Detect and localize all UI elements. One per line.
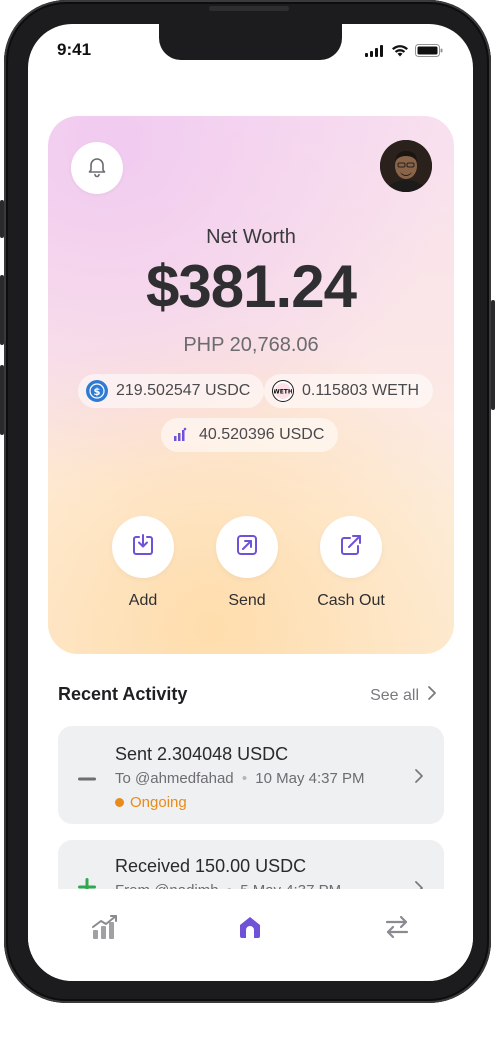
- status-icons: [365, 44, 443, 62]
- notifications-button[interactable]: [71, 142, 123, 194]
- bar-chart-coin-icon: [169, 424, 191, 446]
- power-button: [491, 300, 495, 410]
- net-worth-local-currency: PHP 20,768.06: [183, 334, 319, 356]
- activity-title: Received 150.00 USDC: [115, 856, 307, 876]
- see-all-link[interactable]: See all: [370, 685, 437, 706]
- chart-icon: [91, 914, 119, 945]
- wifi-icon: [391, 44, 409, 62]
- download-icon: [130, 532, 156, 563]
- cash-out-button[interactable]: Cash Out: [296, 516, 406, 610]
- screen: 9:41 Net Worth $381.24 PHP 20,768.06 $ 2…: [28, 24, 473, 981]
- net-worth-value: $381.24: [146, 253, 357, 320]
- chevron-right-icon: [414, 768, 424, 789]
- recent-activity-title: Recent Activity: [58, 684, 188, 704]
- holding-chip-weth[interactable]: WETH 0.115803 WETH: [264, 374, 434, 408]
- add-button[interactable]: Add: [88, 516, 198, 610]
- swap-icon: [384, 914, 410, 945]
- weth-coin-icon: WETH: [272, 380, 294, 402]
- activity-item-sent[interactable]: Sent 2.304048 USDC To @ahmedfahad • 10 M…: [58, 726, 444, 824]
- status-label: Ongoing: [130, 794, 187, 811]
- net-worth-label: Net Worth: [206, 226, 296, 248]
- send-button[interactable]: Send: [192, 516, 302, 610]
- silent-switch: [0, 200, 4, 238]
- add-label: Add: [128, 592, 158, 609]
- volume-down-button: [0, 365, 4, 435]
- bell-icon: [85, 154, 109, 183]
- add-button-circle[interactable]: [112, 516, 174, 578]
- phone-frame: 9:41 Net Worth $381.24 PHP 20,768.06 $ 2…: [0, 0, 495, 1003]
- volume-up-button: [0, 275, 4, 345]
- net-worth-card: Net Worth $381.24 PHP 20,768.06 $ 219.50…: [48, 116, 454, 654]
- status-badge: Ongoing: [115, 794, 187, 811]
- svg-text:$: $: [94, 387, 101, 398]
- cash-out-button-circle[interactable]: [320, 516, 382, 578]
- minus-icon: [78, 768, 96, 786]
- see-all-label: See all: [370, 686, 419, 704]
- status-time: 9:41: [57, 40, 92, 59]
- bottom-tab-bar: [28, 889, 473, 981]
- holding-chip-usdc[interactable]: $ 219.502547 USDC: [78, 374, 265, 408]
- battery-icon: [415, 44, 443, 62]
- holding-chip-usdc-2[interactable]: 40.520396 USDC: [161, 418, 339, 452]
- cash-out-label: Cash Out: [317, 592, 385, 609]
- activity-counterparty: To @ahmedfahad: [115, 770, 234, 787]
- signal-icon: [365, 44, 385, 62]
- tab-home[interactable]: [230, 909, 270, 949]
- status-dot: [115, 798, 124, 807]
- speaker-grill: [209, 6, 289, 11]
- svg-text:WETH: WETH: [274, 389, 292, 396]
- send-arrow-icon: [234, 532, 260, 563]
- activity-meta: To @ahmedfahad • 10 May 4:37 PM: [115, 770, 364, 787]
- holding-amount: 0.115803 WETH: [302, 382, 420, 399]
- chevron-right-icon: [427, 685, 437, 706]
- activity-title: Sent 2.304048 USDC: [115, 744, 289, 764]
- home-icon: [237, 914, 263, 945]
- external-link-icon: [338, 532, 364, 563]
- activity-date: 10 May 4:37 PM: [255, 770, 365, 787]
- send-button-circle[interactable]: [216, 516, 278, 578]
- holding-amount: 219.502547 USDC: [116, 382, 251, 399]
- avatar[interactable]: [380, 140, 432, 192]
- send-label: Send: [228, 592, 266, 609]
- tab-analytics[interactable]: [85, 909, 125, 949]
- usdc-coin-icon: $: [86, 380, 108, 402]
- notch: [159, 24, 342, 60]
- tab-transfer[interactable]: [377, 909, 417, 949]
- holding-amount: 40.520396 USDC: [199, 426, 325, 443]
- separator-dot: •: [241, 770, 248, 787]
